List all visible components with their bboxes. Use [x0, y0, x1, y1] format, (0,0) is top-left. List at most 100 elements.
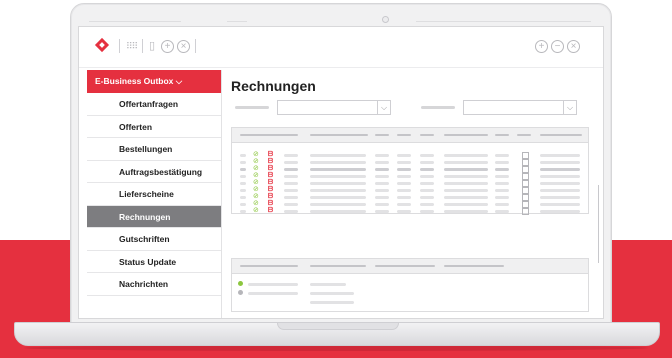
check-circle-icon: ⊘: [253, 207, 259, 214]
check-circle-icon: ⊘: [253, 179, 259, 186]
filter-select[interactable]: ⌵: [277, 100, 391, 115]
cell-text: [310, 161, 366, 164]
grid-icon[interactable]: ⠿⠿: [126, 39, 138, 53]
sidebar-item-nachrichten[interactable]: Nachrichten: [87, 273, 221, 296]
cell-text: [420, 210, 434, 213]
cell-text: [397, 203, 411, 206]
toolbar-divider: [119, 39, 120, 53]
app-window: ⠿⠿ ▯ + × + − × E-Business Outbox ⌵ Offer…: [78, 26, 604, 319]
page-title: Rechnungen: [231, 78, 316, 94]
table-row[interactable]: ⊘ ᗷ: [232, 200, 588, 208]
sidebar-item-offerten[interactable]: Offerten: [87, 116, 221, 138]
pdf-document-icon[interactable]: ᗷ: [268, 193, 273, 200]
row-checkbox[interactable]: [522, 159, 529, 166]
cell-text: [310, 168, 366, 171]
cell-text: [240, 175, 246, 178]
pdf-document-icon[interactable]: ᗷ: [268, 151, 273, 158]
row-checkbox[interactable]: [522, 194, 529, 201]
pdf-document-icon[interactable]: ᗷ: [268, 200, 273, 207]
cell-text: [444, 168, 488, 171]
sidebar-item-lieferscheine[interactable]: Lieferscheine: [87, 183, 221, 206]
cell-text: [420, 196, 434, 199]
close-circle-icon[interactable]: ×: [177, 40, 190, 53]
app-logo-icon[interactable]: [94, 37, 110, 53]
cell-text: [444, 175, 488, 178]
cell-text: [284, 175, 298, 178]
add-circle-icon[interactable]: +: [161, 40, 174, 53]
scrollbar[interactable]: [598, 185, 599, 263]
sidebar-item-bestellungen[interactable]: Bestellungen: [87, 138, 221, 161]
cell-text: [420, 189, 434, 192]
status-dot: [238, 281, 243, 286]
row-checkbox[interactable]: [522, 173, 529, 180]
cell-text: [540, 203, 580, 206]
status-dot: [238, 290, 243, 295]
table-row[interactable]: ⊘ ᗷ: [232, 158, 588, 166]
detail-text: [310, 292, 354, 295]
detail-text: [310, 283, 346, 286]
sidebar-item-gutschriften[interactable]: Gutschriften: [87, 228, 221, 251]
sidebar-item-offertanfragen[interactable]: Offertanfragen: [87, 93, 221, 116]
cell-text: [540, 154, 580, 157]
pdf-document-icon[interactable]: ᗷ: [268, 186, 273, 193]
cell-text: [397, 210, 411, 213]
laptop-base: [14, 322, 660, 346]
sidebar-item-status-update[interactable]: Status Update: [87, 251, 221, 273]
cell-text: [540, 168, 580, 171]
table-row[interactable]: ⊘ ᗷ: [232, 207, 588, 215]
row-checkbox[interactable]: [522, 208, 529, 215]
pdf-document-icon[interactable]: ᗷ: [268, 179, 273, 186]
cell-text: [284, 196, 298, 199]
close-circle-icon[interactable]: ×: [567, 40, 580, 53]
pdf-document-icon[interactable]: ᗷ: [268, 165, 273, 172]
sidebar-header[interactable]: E-Business Outbox ⌵: [87, 70, 221, 93]
pdf-document-icon[interactable]: ᗷ: [268, 172, 273, 179]
check-circle-icon: ⊘: [253, 165, 259, 172]
row-checkbox[interactable]: [522, 166, 529, 173]
check-circle-icon: ⊘: [253, 193, 259, 200]
cell-text: [495, 210, 509, 213]
chevron-down-icon[interactable]: ⌵: [563, 101, 576, 114]
cell-text: [284, 161, 298, 164]
cell-text: [397, 175, 411, 178]
cell-text: [375, 203, 389, 206]
row-checkbox[interactable]: [522, 152, 529, 159]
detail-text: [248, 283, 298, 286]
table-row[interactable]: ⊘ ᗷ: [232, 172, 588, 180]
pdf-document-icon[interactable]: ᗷ: [268, 207, 273, 214]
table-row[interactable]: ⊘ ᗷ: [232, 151, 588, 159]
table-row[interactable]: ⊘ ᗷ: [232, 179, 588, 187]
base-notch: [277, 323, 399, 330]
sidebar-item-auftragsbestaetigung[interactable]: Auftragsbestätigung: [87, 161, 221, 183]
table-row[interactable]: ⊘ ᗷ: [232, 186, 588, 194]
detail-panel: [231, 258, 589, 312]
detail-text: [310, 301, 354, 304]
table-row[interactable]: ⊘ ᗷ: [232, 165, 588, 173]
pdf-document-icon[interactable]: ᗷ: [268, 158, 273, 165]
cell-text: [540, 189, 580, 192]
check-circle-icon: ⊘: [253, 200, 259, 207]
filter-label: [235, 106, 269, 109]
cell-text: [397, 161, 411, 164]
check-circle-icon: ⊘: [253, 172, 259, 179]
table-header: [232, 128, 588, 143]
cell-text: [420, 168, 434, 171]
document-icon[interactable]: ▯: [149, 39, 155, 53]
detail-header: [232, 259, 588, 274]
row-checkbox[interactable]: [522, 180, 529, 187]
row-checkbox[interactable]: [522, 187, 529, 194]
cell-text: [375, 168, 389, 171]
row-checkbox[interactable]: [522, 201, 529, 208]
sidebar-item-rechnungen[interactable]: Rechnungen: [87, 205, 221, 228]
cell-text: [495, 196, 509, 199]
chevron-down-icon[interactable]: ⌵: [377, 101, 390, 114]
filter-select[interactable]: ⌵: [463, 100, 577, 115]
remove-circle-icon[interactable]: −: [551, 40, 564, 53]
cell-text: [444, 203, 488, 206]
table-row[interactable]: ⊘ ᗷ: [232, 193, 588, 201]
add-circle-icon[interactable]: +: [535, 40, 548, 53]
cell-text: [240, 189, 246, 192]
cell-text: [444, 161, 488, 164]
cell-text: [540, 182, 580, 185]
cell-text: [375, 210, 389, 213]
